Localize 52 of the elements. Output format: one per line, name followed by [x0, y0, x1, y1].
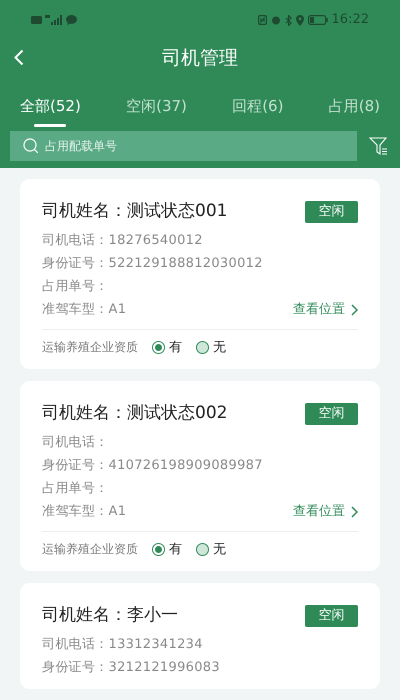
driver-field: 准驾车型：A1 [42, 300, 126, 320]
search-icon [23, 138, 39, 154]
driver-card[interactable]: 司机姓名：测试状态001 空闲 司机电话：18276540012 身份证号：522129188812030012 占用单号： 准驾车型：A1 查看位置 运输养殖企业资质 有 无 [20, 179, 380, 369]
filter-button[interactable] [369, 136, 388, 156]
driver-field: 身份证号：522129188812030012 [42, 254, 263, 274]
driver-field: 身份证号：3212121996083 [42, 658, 220, 678]
radio-button[interactable] [196, 340, 209, 354]
chevron-right-icon [351, 506, 358, 518]
radio-label: 无 [213, 540, 226, 558]
driver-name: 司机姓名：李小一 [42, 604, 178, 627]
status-badge: 空闲 [305, 200, 358, 223]
status-time: 16:22 [332, 11, 369, 30]
radio-button[interactable] [152, 340, 165, 354]
search-field[interactable]: 占用配载单号 [10, 131, 357, 161]
qualification-label: 运输养殖企业资质 [42, 339, 138, 356]
status-badge: 空闲 [305, 604, 358, 627]
chat-icon [66, 15, 77, 25]
filter-tab[interactable]: 全部(52) [20, 95, 81, 131]
radio-label: 无 [213, 338, 226, 356]
radio-option[interactable]: 无 [196, 338, 226, 357]
driver-card[interactable]: 司机姓名：李小一 空闲 司机电话：13312341234 身份证号：3212121996083 [20, 583, 380, 688]
driver-card[interactable]: 司机姓名：测试状态002 空闲 司机电话： 身份证号：410726198909089987 占用单号： 准驾车型：A1 查看位置 运输养殖企业资质 有 无 [20, 381, 380, 571]
driver-field: 司机电话：13312341234 [42, 634, 203, 654]
driver-field: 司机电话：18276540012 [42, 230, 203, 250]
radio-option[interactable]: 无 [196, 540, 226, 559]
radio-option[interactable]: 有 [152, 540, 182, 559]
radio-label: 有 [169, 338, 182, 356]
driver-field: 准驾车型：A1 [42, 502, 126, 522]
radio-label: 有 [169, 540, 182, 558]
status-badge: 空闲 [305, 402, 358, 425]
signal-icon [45, 15, 63, 25]
back-icon [14, 49, 24, 66]
view-location-link[interactable]: 查看位置 [293, 502, 358, 522]
driver-field: 司机电话： [42, 432, 108, 452]
driver-name: 司机姓名：测试状态001 [42, 200, 228, 223]
driver-field: 身份证号：410726198909089987 [42, 456, 263, 476]
page-title: 司机管理 [162, 46, 238, 71]
filter-icon [369, 136, 388, 156]
driver-name: 司机姓名：测试状态002 [42, 402, 228, 425]
qualification-label: 运输养殖企业资质 [42, 541, 138, 558]
driver-field: 占用单号： [42, 478, 108, 498]
view-location-link[interactable]: 查看位置 [293, 300, 358, 320]
back-button[interactable] [14, 49, 24, 66]
radio-button[interactable] [196, 542, 209, 556]
battery-icon [308, 15, 328, 25]
radio-button[interactable] [152, 542, 165, 556]
radio-option[interactable]: 有 [152, 338, 182, 357]
driver-field: 占用单号： [42, 276, 108, 296]
nfc-icon [258, 15, 267, 25]
chevron-right-icon [351, 304, 358, 316]
location-icon [296, 14, 304, 26]
bluetooth-icon [284, 14, 292, 26]
